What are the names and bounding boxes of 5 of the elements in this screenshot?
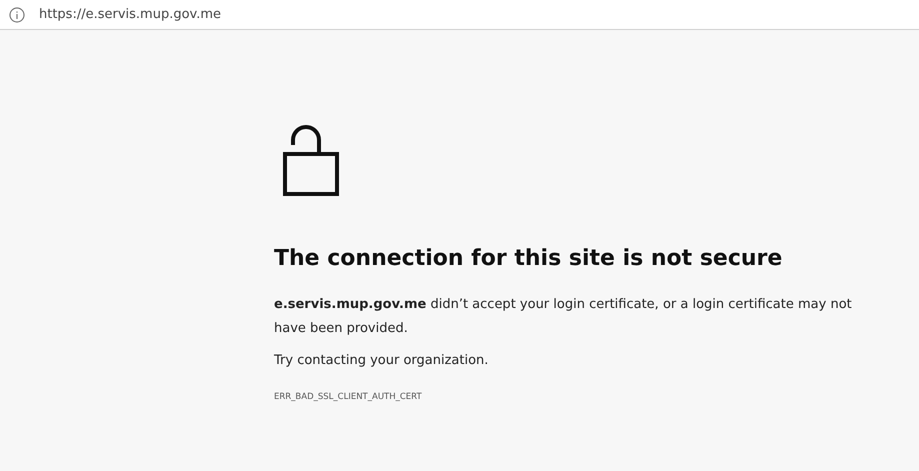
url-text[interactable]: https://e.servis.mup.gov.me bbox=[39, 7, 222, 22]
error-title: The connection for this site is not secure bbox=[274, 246, 784, 271]
error-code: ERR_BAD_SSL_CLIENT_AUTH_CERT bbox=[274, 392, 423, 402]
suggestion-text: Try contacting your organization. bbox=[274, 353, 490, 368]
error-message: e.servis.mup.gov.me didn’t accept your login certificate, or a login certificate may not have been provided. bbox=[274, 296, 853, 338]
